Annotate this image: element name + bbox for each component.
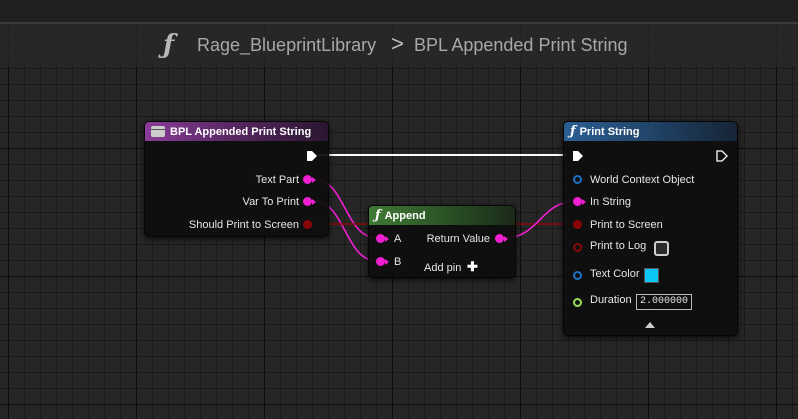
world-context-label: World Context Object <box>590 174 695 186</box>
append-node[interactable]: ƒ Append A B Return Value Add pin ✚ <box>368 205 516 278</box>
append-a-pin[interactable] <box>376 234 389 243</box>
duration-pin[interactable] <box>573 298 582 307</box>
append-b-label: B <box>394 256 402 268</box>
return-value-label: Return Value <box>426 233 490 245</box>
append-node-header[interactable]: ƒ Append <box>369 206 515 225</box>
entry-node[interactable]: BPL Appended Print String Text Part Var … <box>144 121 329 237</box>
entry-node-title: BPL Appended Print String <box>170 125 312 138</box>
text-part-pin[interactable] <box>303 175 316 184</box>
print-to-log-pin[interactable] <box>573 243 582 252</box>
function-icon: ƒ <box>570 124 576 139</box>
print-to-log-label: Print to Log <box>590 240 647 252</box>
duration-label: Duration <box>590 294 632 306</box>
append-a-label: A <box>394 233 402 245</box>
should-print-label: Should Print to Screen <box>188 219 299 231</box>
var-to-print-pin[interactable] <box>303 197 316 206</box>
exec-out-pin[interactable] <box>716 150 728 162</box>
event-entry-icon <box>151 126 165 137</box>
add-pin-label[interactable]: Add pin <box>424 262 461 274</box>
exec-out-pin[interactable] <box>306 150 318 162</box>
in-string-label: In String <box>590 196 631 208</box>
entry-node-header[interactable]: BPL Appended Print String <box>145 122 328 141</box>
print-string-node-header[interactable]: ƒ Print String <box>564 122 737 141</box>
add-pin-icon[interactable]: ✚ <box>467 259 478 275</box>
in-string-pin[interactable] <box>573 197 586 206</box>
world-context-pin[interactable] <box>573 175 582 184</box>
should-print-pin[interactable] <box>303 220 312 229</box>
text-color-pin[interactable] <box>573 271 582 280</box>
text-color-swatch[interactable] <box>644 268 659 283</box>
return-value-pin[interactable] <box>495 234 508 243</box>
duration-input[interactable]: 2.000000 <box>636 294 692 310</box>
text-color-label: Text Color <box>590 268 640 280</box>
var-to-print-label: Var To Print <box>242 196 299 208</box>
append-node-title: Append <box>384 209 426 222</box>
append-b-pin[interactable] <box>376 257 389 266</box>
exec-in-pin[interactable] <box>572 150 584 162</box>
function-icon: ƒ <box>375 208 381 223</box>
print-to-log-checkbox[interactable] <box>654 241 669 256</box>
print-to-screen-label: Print to Screen <box>590 219 663 231</box>
text-part-label: Text Part <box>255 174 299 186</box>
print-string-node-title: Print String <box>579 125 640 138</box>
print-to-screen-pin[interactable] <box>573 220 582 229</box>
print-string-node[interactable]: ƒ Print String World Context Object In S… <box>563 121 738 336</box>
expand-advanced-icon[interactable] <box>645 322 655 328</box>
